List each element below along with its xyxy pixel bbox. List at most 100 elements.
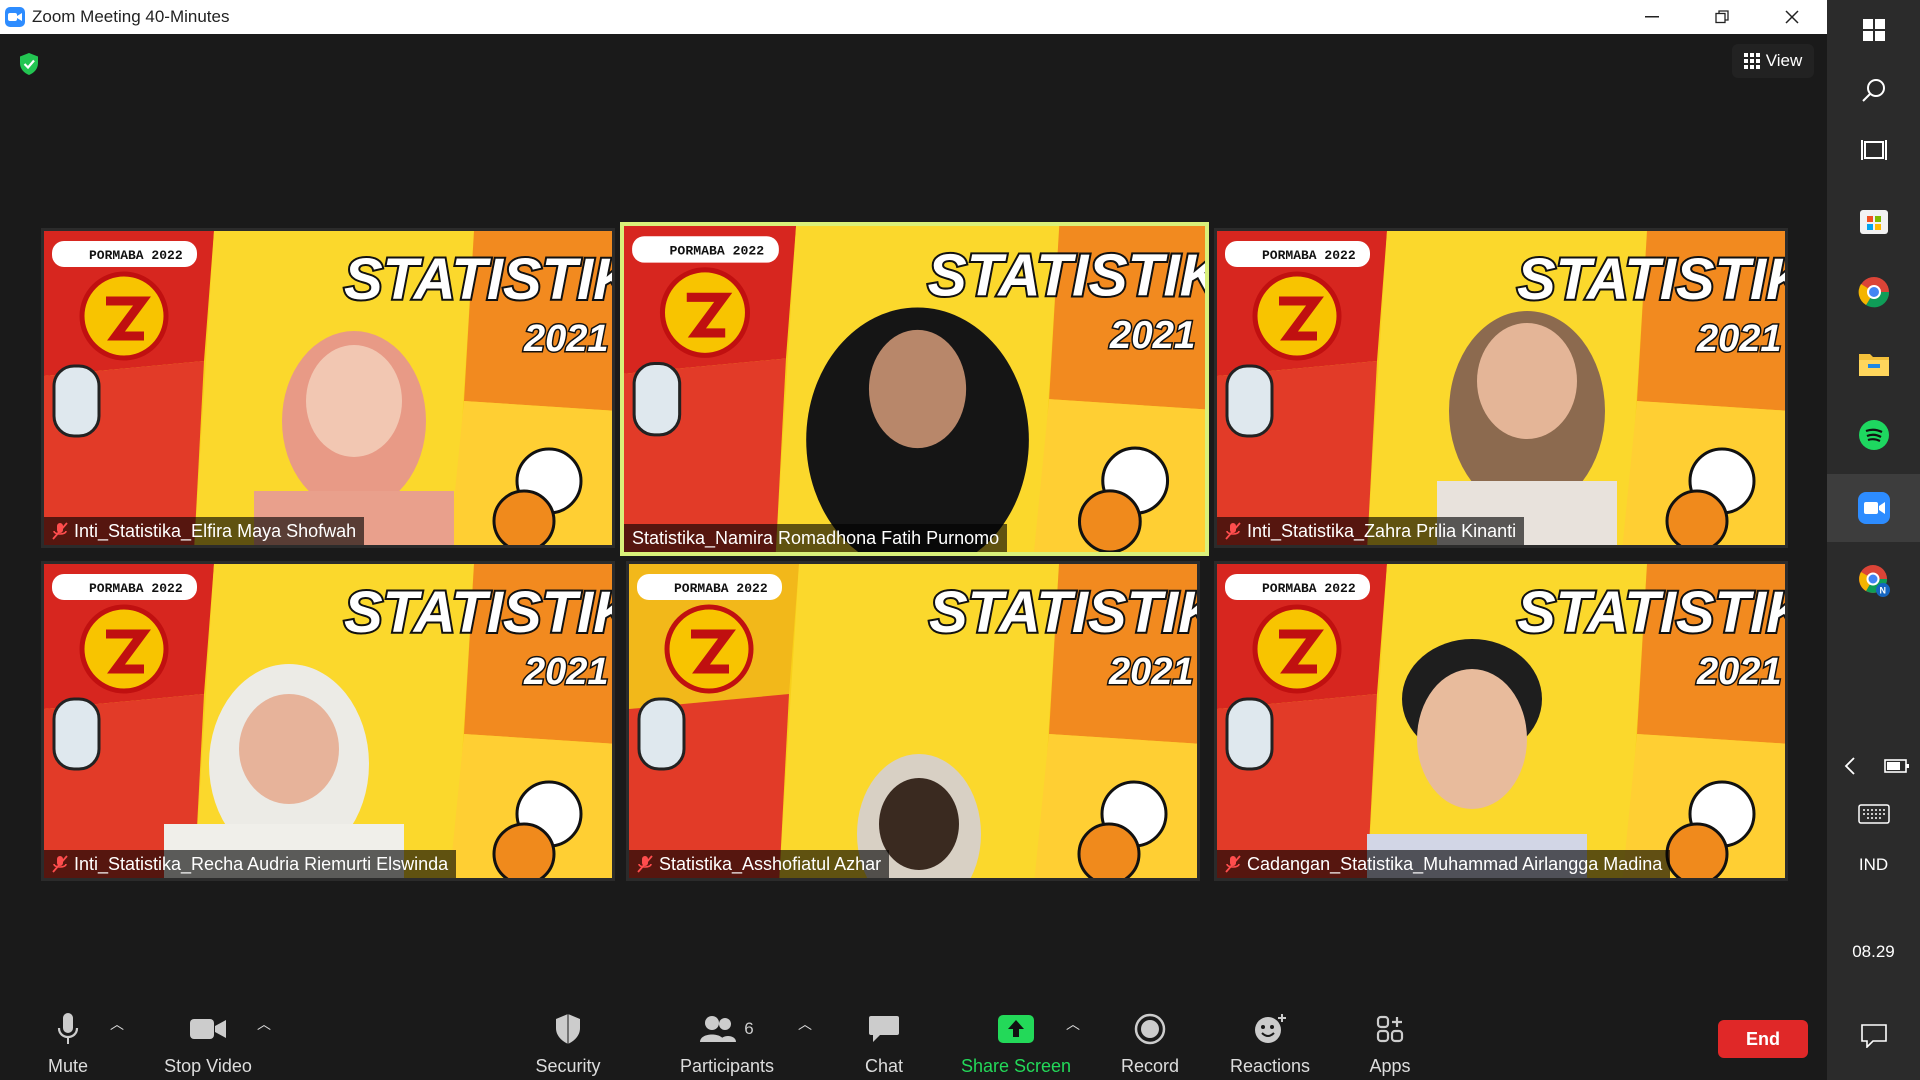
taskbar-search-button[interactable] [1827,60,1920,120]
virtual-background: PORMABA 2022 STATISTIKA!!! 2021 [1217,564,1788,878]
security-shield-icon [554,1006,582,1052]
reactions-button[interactable]: Reactions [1229,990,1311,1080]
video-tile[interactable]: PORMABA 2022 STATISTIKA!!! 2021 Inti_Sta… [41,561,615,881]
participants-options-caret-icon[interactable]: ︿ [798,1014,812,1034]
muted-mic-icon [1225,522,1241,540]
svg-text:PORMABA 2022: PORMABA 2022 [89,581,183,596]
taskbar-spotify-app[interactable] [1827,405,1920,465]
taskbar-clock[interactable]: 08.29 [1827,942,1920,962]
chevron-left-icon [1844,757,1855,775]
microphone-icon [57,1006,79,1052]
svg-text:STATISTIKA!!!: STATISTIKA!!! [928,243,1205,308]
keyboard-icon [1857,804,1890,824]
mute-button[interactable]: Mute [40,990,96,1080]
title-bar: Zoom Meeting 40-Minutes [0,0,1827,34]
participant-name: Inti_Statistika_Elfira Maya Shofwah [74,520,357,541]
svg-text:N: N [1879,586,1886,596]
participant-name-tag: Cadangan_Statistika_Muhammad Airlangga M… [1217,850,1671,878]
record-button[interactable]: Record [1120,990,1180,1080]
share-options-caret-icon[interactable]: ︿ [1066,1014,1080,1034]
svg-text:2021: 2021 [1696,651,1782,693]
spotify-icon [1858,420,1889,450]
chat-button[interactable]: Chat [860,990,908,1080]
participant-name-tag: Statistika_Namira Romadhona Fatih Purnom… [624,524,1008,552]
svg-text:STATISTIKA!!!: STATISTIKA!!! [1517,247,1788,312]
participant-name: Inti_Statistika_Zahra Prilia Kinanti [1247,520,1517,541]
notification-icon [1860,1024,1887,1048]
svg-text:PORMABA 2022: PORMABA 2022 [1262,581,1356,596]
windows-logo-icon [1862,19,1885,41]
action-center-button[interactable] [1827,1006,1920,1066]
taskbar-file-explorer-app[interactable] [1827,334,1920,394]
taskbar-chrome-app[interactable] [1827,262,1920,322]
virtual-background: PORMABA 2022 STATISTIKA!!! 2021 [629,564,1197,878]
search-icon [1861,79,1885,102]
participant-name-tag: Inti_Statistika_Recha Audria Riemurti El… [44,850,457,878]
apps-grid-icon [1376,1006,1404,1052]
svg-text:STATISTIKA!!!: STATISTIKA!!! [344,247,615,312]
input-language-indicator[interactable]: IND [1827,855,1920,875]
share-screen-button[interactable]: Share Screen [960,990,1072,1080]
zoom-logo-icon [5,7,25,27]
view-button[interactable]: View [1732,44,1814,78]
taskbar-store-app[interactable] [1827,190,1920,250]
stop-video-button[interactable]: Stop Video [158,990,258,1080]
share-screen-icon [998,1006,1034,1052]
restore-button[interactable] [1687,0,1757,34]
video-tile[interactable]: PORMABA 2022 STATISTIKA!!! 2021 Inti_Sta… [1214,228,1788,548]
svg-text:PORMABA 2022: PORMABA 2022 [674,581,768,596]
battery-status[interactable] [1873,746,1920,786]
svg-text:2021: 2021 [523,651,609,693]
participant-name: Statistika_Asshofiatul Azhar [659,853,882,874]
security-button[interactable]: Security [530,990,606,1080]
taskbar-zoom-app[interactable] [1827,474,1920,542]
muted-mic-icon [52,522,68,540]
task-view-button[interactable] [1827,120,1920,180]
virtual-background: PORMABA 2022 STATISTIKA!!! 2021 [44,231,615,545]
touch-keyboard-button[interactable] [1827,794,1920,834]
participant-name: Cadangan_Statistika_Muhammad Airlangga M… [1247,853,1663,874]
apps-button[interactable]: Apps [1367,990,1413,1080]
end-meeting-button[interactable]: End [1718,1020,1808,1058]
svg-text:2021: 2021 [523,318,609,360]
windows-start-button[interactable] [1827,0,1920,60]
taskbar-chrome-profile-app[interactable]: N [1827,550,1920,610]
close-button[interactable] [1757,0,1827,34]
video-tile[interactable]: PORMABA 2022 STATISTIKA!!! 2021 Statisti… [626,561,1200,881]
video-tile-active-speaker[interactable]: PORMABA 2022 STATISTIKA!!! 2021 Statisti… [620,222,1209,556]
minimize-button[interactable] [1617,0,1687,34]
virtual-background: PORMABA 2022 STATISTIKA!!! 2021 [44,564,615,878]
muted-mic-icon [52,855,68,873]
svg-text:2021: 2021 [1108,651,1194,693]
virtual-background: PORMABA 2022 STATISTIKA!!! 2021 [624,226,1205,552]
muted-mic-icon [637,855,653,873]
tray-overflow-button[interactable] [1827,746,1873,786]
battery-icon [1883,759,1909,773]
svg-text:PORMABA 2022: PORMABA 2022 [670,243,765,258]
svg-text:PORMABA 2022: PORMABA 2022 [89,248,183,263]
video-tile[interactable]: PORMABA 2022 STATISTIKA!!! 2021 Cadangan… [1214,561,1788,881]
svg-text:STATISTIKA!!!: STATISTIKA!!! [1517,580,1788,645]
participants-button[interactable]: 6 Participants [676,990,778,1080]
record-icon [1134,1006,1166,1052]
zoom-app-icon [1857,492,1890,524]
video-options-caret-icon[interactable]: ︿ [257,1014,271,1034]
chat-bubble-icon [868,1006,900,1052]
participants-icon: 6 [700,1006,754,1052]
muted-mic-icon [1225,855,1241,873]
zoom-window: Zoom Meeting 40-Minutes View PORMABA 202… [0,0,1827,1080]
grid-view-icon [1743,53,1760,69]
participant-name-tag: Inti_Statistika_Zahra Prilia Kinanti [1217,517,1525,545]
windows-taskbar: N IND 08.29 [1827,0,1920,1080]
view-label: View [1765,51,1803,70]
chrome-profile-icon: N [1858,565,1890,597]
svg-text:STATISTIKA!!!: STATISTIKA!!! [344,580,615,645]
audio-options-caret-icon[interactable]: ︿ [110,1014,124,1034]
virtual-background: PORMABA 2022 STATISTIKA!!! 2021 [1217,231,1788,545]
video-tile[interactable]: PORMABA 2022 STATISTIKA!!! 2021 Inti_Sta… [41,228,615,548]
chrome-icon [1858,277,1889,308]
encryption-shield-icon[interactable] [18,52,40,76]
meeting-toolbar: Mute ︿ Stop Video ︿ Security 6 Participa… [0,990,1827,1080]
svg-text:PORMABA 2022: PORMABA 2022 [1262,248,1356,263]
participant-name-tag: Inti_Statistika_Elfira Maya Shofwah [44,517,365,545]
